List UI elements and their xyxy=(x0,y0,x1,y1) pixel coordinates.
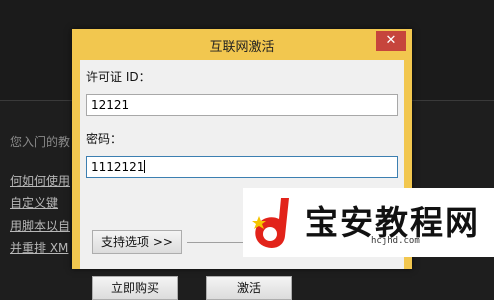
license-id-value: 12121 xyxy=(91,98,130,112)
watermark-logo-icon xyxy=(252,198,289,248)
buy-now-button[interactable]: 立即购买 xyxy=(92,276,178,300)
background-link[interactable]: 并重排 XM xyxy=(10,239,68,256)
close-icon: ✕ xyxy=(385,33,397,48)
close-button[interactable]: ✕ xyxy=(376,31,406,51)
dialog-title: 互联网激活 xyxy=(209,40,275,55)
password-field[interactable]: 1112121 xyxy=(86,156,398,178)
background-link[interactable]: 自定义键 xyxy=(10,194,58,211)
background-text-line: 您入门的教 xyxy=(10,135,71,149)
activate-button[interactable]: 激活 xyxy=(206,276,292,300)
password-value: 1112121 xyxy=(91,160,145,174)
background-link[interactable]: 用脚本以自 xyxy=(10,217,70,234)
license-id-label: 许可证 ID： xyxy=(86,70,151,84)
support-options-button[interactable]: 支持选项 >> xyxy=(92,230,182,254)
text-caret xyxy=(144,160,146,173)
license-id-field[interactable]: 12121 xyxy=(86,94,398,116)
password-label: 密码： xyxy=(86,132,123,146)
site-watermark: 宝安教程网 hcjhd.com xyxy=(243,188,494,257)
dialog-titlebar[interactable]: 互联网激活 ✕ xyxy=(72,29,412,59)
watermark-url: hcjhd.com xyxy=(371,236,420,246)
background-link[interactable]: 何如何使用 xyxy=(10,172,70,189)
